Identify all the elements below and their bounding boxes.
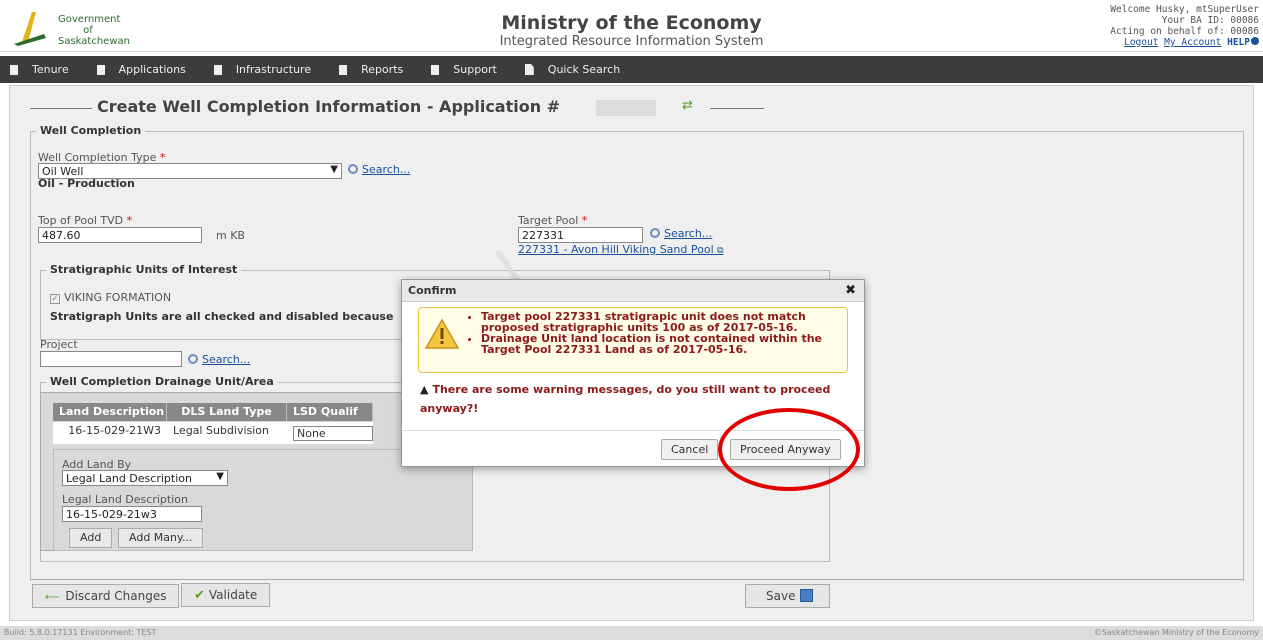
lsd-qualifier-select[interactable]: None [293,426,373,441]
search-icon [650,228,660,238]
col-dls-land-type[interactable]: DLS Land Type [167,403,287,421]
footer: Build: 5.8.0.17131 Environment: TEST ©Sa… [0,626,1263,640]
close-icon[interactable]: ✖ [845,283,856,298]
well-completion-rule [30,131,1244,132]
build-info: Build: 5.8.0.17131 Environment: TEST [4,628,157,637]
arrow-left-icon: ⟵ [45,592,60,603]
title-rule-right [710,108,764,109]
welcome-text: Welcome Husky, mtSuperUser [1110,4,1259,15]
table-row[interactable]: 16-15-029-21W3 Legal Subdivision None [53,422,373,444]
acting-on-behalf-text: Acting on behalf of: 00086 [1110,26,1259,37]
bookmark-icon [96,64,105,75]
project-label: Project [40,338,78,351]
title-rule-left [30,108,92,109]
page-title: Create Well Completion Information - App… [97,97,561,116]
well-type-search-link[interactable]: Search... [348,163,410,176]
nav-support[interactable]: Support [431,63,497,76]
well-completion-type-desc: Oil - Production [38,177,135,190]
target-pool-search-link[interactable]: Search... [650,227,712,240]
document-icon [524,64,534,75]
bottom-divider [30,579,1244,580]
ministry-title: Ministry of the Economy [501,12,762,34]
discard-changes-button[interactable]: ⟵ Discard Changes [32,584,180,608]
floppy-disk-icon [800,589,814,602]
logout-link[interactable]: Logout [1124,37,1158,48]
add-button[interactable]: Add [69,528,113,548]
table-header: Land Description DLS Land Type LSD Quali… [53,403,373,421]
bookmark-icon [431,64,440,75]
dialog-title: Confirm [408,284,457,297]
top-of-pool-label: Top of Pool TVD * [38,214,133,227]
search-icon [188,354,198,364]
target-pool-link[interactable]: 227331 - Avon Hill Viking Sand Pool ⧉ [518,243,724,256]
nav-quick-search[interactable]: Quick Search [524,63,620,76]
add-many-button[interactable]: Add Many... [118,528,204,548]
copyright: ©Saskatchewan Ministry of the Economy [1093,628,1259,637]
cell-land-description: 16-15-029-21W3 [68,424,161,437]
application-number-redacted [596,100,656,116]
viking-formation-checkbox[interactable]: ✓ VIKING FORMATION [50,291,171,304]
warning-item: Target pool 227331 stratigrapic unit doe… [481,311,841,333]
project-input[interactable] [40,351,182,367]
legal-land-input[interactable]: 16-15-029-21w3 [62,506,202,522]
ba-id-text: Your BA ID: 00086 [1161,15,1259,26]
external-link-icon: ⧉ [717,246,724,256]
warning-list: Target pool 227331 stratigrapic unit doe… [471,311,841,355]
main-nav: Tenure Applications Infrastructure Repor… [0,56,1263,83]
app-header: Government of Saskatchewan Ministry of t… [0,0,1263,52]
col-lsd-qualifier[interactable]: LSD Qualif [287,403,373,421]
system-subtitle: Integrated Resource Information System [499,34,764,49]
bookmark-icon [213,64,222,75]
help-icon [1251,37,1259,45]
checkmark-icon: ✔ [194,588,205,603]
drainage-legend: Well Completion Drainage Unit/Area [46,375,278,388]
refresh-icon[interactable]: ⇄ [682,98,693,113]
bookmark-icon [10,64,18,75]
legal-land-label: Legal Land Description [62,493,188,506]
nav-tenure[interactable]: Tenure [10,63,69,76]
annotation-circle [718,408,860,491]
warning-triangle-icon [424,318,460,349]
top-of-pool-unit: m KB [216,229,245,242]
target-pool-input[interactable]: 227331 [518,227,643,243]
add-land-by-select[interactable]: Legal Land Description ▼ [62,470,228,486]
target-pool-label: Target Pool * [518,214,588,227]
nav-applications[interactable]: Applications [96,63,186,76]
bookmark-icon [339,64,348,75]
warning-item: Drainage Unit land location is not conta… [481,333,841,355]
checkbox-checked-icon: ✓ [50,294,60,304]
search-icon [348,164,358,174]
cell-dls-land-type: Legal Subdivision [173,424,270,437]
chevron-down-icon: ▼ [330,164,338,175]
dialog-header: Confirm ✖ [402,280,864,302]
well-completion-left-border [30,131,31,581]
user-info: Welcome Husky, mtSuperUser Your BA ID: 0… [1110,4,1259,48]
nav-reports[interactable]: Reports [339,63,403,76]
help-link[interactable]: HELP [1227,37,1259,48]
nav-infrastructure[interactable]: Infrastructure [213,63,311,76]
well-completion-right-border [1243,131,1244,581]
warning-box: Target pool 227331 stratigrapic unit doe… [418,307,848,373]
strat-note: Stratigraph Units are all checked and di… [50,310,394,323]
chevron-down-icon: ▼ [216,471,224,482]
cancel-button[interactable]: Cancel [661,439,719,460]
alert-icon: ▲ [420,383,429,396]
my-account-link[interactable]: My Account [1164,37,1221,48]
well-completion-legend: Well Completion [36,124,146,137]
validate-button[interactable]: ✔ Validate [181,583,271,607]
col-land-description[interactable]: Land Description [53,403,167,421]
top-of-pool-input[interactable]: 487.60 [38,227,202,243]
strat-legend: Stratigraphic Units of Interest [46,263,242,276]
save-button[interactable]: Save [745,584,830,608]
project-search-link[interactable]: Search... [188,353,250,366]
